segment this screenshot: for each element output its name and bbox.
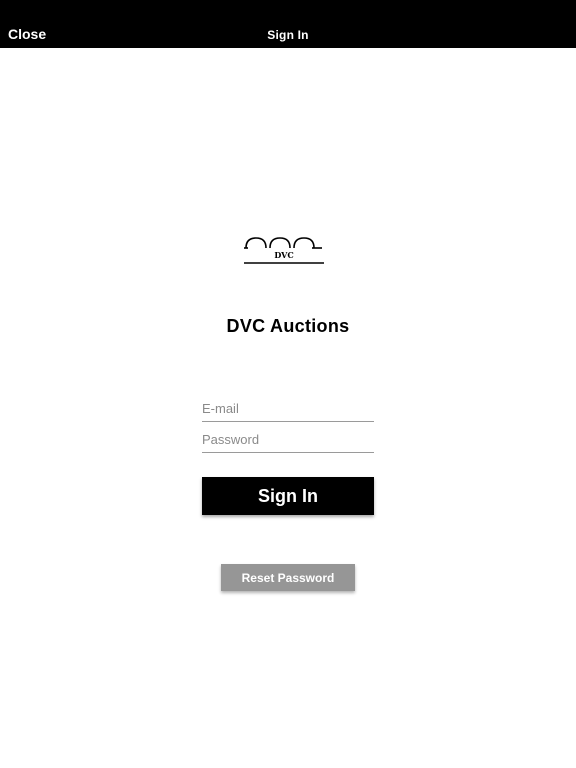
logo-arch-2 [269, 237, 291, 249]
dvc-logo: DVC [244, 237, 324, 264]
logo-arch-3 [293, 237, 315, 249]
email-field[interactable] [202, 395, 374, 422]
logo-text: DVC [274, 250, 293, 260]
nav-title: Sign In [267, 28, 309, 42]
logo-arch-1 [245, 237, 267, 249]
password-field[interactable] [202, 426, 374, 453]
reset-password-button[interactable]: Reset Password [221, 564, 355, 591]
navigation-bar: Close Sign In [0, 0, 576, 48]
sign-in-button[interactable]: Sign In [202, 477, 374, 515]
app-title: DVC Auctions [226, 316, 350, 336]
